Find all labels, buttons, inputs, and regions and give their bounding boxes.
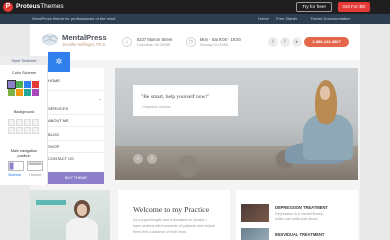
service-text: Depression is a mental illness, xyxy=(275,212,324,216)
gear-icon[interactable]: ✲ xyxy=(48,52,70,72)
nav-item-shop[interactable]: SHOP xyxy=(48,144,59,149)
service-text: which can strike just about... xyxy=(275,217,321,221)
clock-icon: ◷ xyxy=(186,37,196,47)
sidebar-layout-icon[interactable] xyxy=(8,161,24,171)
photo-banner xyxy=(36,200,66,205)
background-option[interactable] xyxy=(24,127,31,134)
brain-logo-icon[interactable] xyxy=(41,33,59,46)
nav-item-services[interactable]: SERVICES xyxy=(48,106,68,111)
color-swatch-blue[interactable] xyxy=(24,81,31,88)
chevron-down-icon[interactable]: ⌄ xyxy=(98,96,101,101)
color-scheme-label: Color Scheme xyxy=(11,71,37,75)
top-bar: P ProteusThemes Try for free! Get For $0… xyxy=(0,0,390,14)
nav-position-label-1: Main navigation xyxy=(10,149,38,153)
color-swatch-violet[interactable] xyxy=(32,89,39,96)
welcome-text-line: them find a balance of their lives. xyxy=(133,230,187,234)
woman-face xyxy=(320,86,330,100)
home-icon: ⌂ xyxy=(122,37,132,47)
site-tagline: Jennifer Willinger, Ph.D xyxy=(62,42,106,47)
welcome-card: Welcome to my Practice As a psychologist… xyxy=(118,190,230,240)
slider-quote: "Be smart, help yourself now!" xyxy=(141,94,210,100)
nav-item-blog[interactable]: BLOG xyxy=(48,132,59,137)
hours-line-2: Sunday CLOSED xyxy=(200,43,229,47)
info-link-docs[interactable]: Theme Documentation xyxy=(310,16,350,21)
services-sidebar: DEPRESSION TREATMENT Depression is a men… xyxy=(236,190,358,240)
site-name[interactable]: MentalPress xyxy=(62,33,107,42)
address-line-1: 6237 Marron Street xyxy=(137,37,173,42)
color-swatch-teal[interactable] xyxy=(24,89,31,96)
color-swatch-green[interactable] xyxy=(16,81,23,88)
individual-thumbnail[interactable] xyxy=(241,228,269,240)
brand-light: Themes xyxy=(40,3,64,10)
color-swatch-purple[interactable] xyxy=(7,80,16,89)
get-button[interactable]: Get For $0! xyxy=(338,2,370,12)
brand-bold: Proteus xyxy=(16,3,41,10)
position-header-option[interactable]: Header xyxy=(29,173,41,177)
nav-item-home[interactable]: HOME xyxy=(48,78,60,83)
background-option[interactable] xyxy=(8,119,15,126)
phone-cta-button[interactable]: 1-888-123-4567 xyxy=(304,37,349,47)
background-option[interactable] xyxy=(24,119,31,126)
info-tagline: WordPress theme for professionals of the… xyxy=(32,16,116,21)
welcome-text-line: As a psychologist and a therapist for pe… xyxy=(133,218,207,222)
info-link-home[interactable]: Home xyxy=(258,16,269,21)
quote-author: - Natasha Jacobs xyxy=(141,105,171,109)
color-swatch-red[interactable] xyxy=(32,81,39,88)
background-option[interactable] xyxy=(32,119,39,126)
position-sidebar-option[interactable]: Sidebar xyxy=(8,173,21,177)
proteus-logo-icon[interactable]: P xyxy=(3,2,13,12)
info-link-starter[interactable]: Free Starter xyxy=(276,16,297,21)
address-line-2: Columbia, VA 20305 xyxy=(137,43,171,47)
quote-box: "Be smart, help yourself now!" - Natasha… xyxy=(133,85,238,116)
hours-line-1: Mon - Sat 9:00 - 18:00 xyxy=(200,37,241,42)
brand-name[interactable]: ProteusThemes xyxy=(16,3,64,10)
try-free-button[interactable]: Try for free! xyxy=(296,2,332,12)
color-swatch-lime[interactable] xyxy=(8,89,15,96)
slider-next-arrow-icon[interactable]: › xyxy=(147,154,157,164)
site-header: MentalPress Jennifer Willinger, Ph.D ⌂ 6… xyxy=(30,24,360,60)
slider-prev-arrow-icon[interactable]: ‹ xyxy=(133,154,143,164)
style-switcher-header: Style Switcher xyxy=(0,56,48,65)
header-layout-icon[interactable] xyxy=(27,161,43,171)
depression-thumbnail[interactable] xyxy=(241,204,269,222)
background-option[interactable] xyxy=(16,119,23,126)
nav-position-label-2: position xyxy=(17,154,31,158)
photo-person-face xyxy=(77,204,87,216)
info-bar: WordPress theme for professionals of the… xyxy=(0,14,390,24)
welcome-photo xyxy=(30,190,110,240)
style-switcher-panel: Color Scheme Background Main navigation … xyxy=(0,65,48,185)
buy-theme-button[interactable]: BUY THEME xyxy=(48,172,104,184)
nav-item-contact[interactable]: CONTACT US xyxy=(48,156,74,161)
facebook-icon[interactable]: f xyxy=(280,37,290,47)
service-title[interactable]: DEPRESSION TREATMENT xyxy=(275,205,328,210)
color-swatch-orange[interactable] xyxy=(16,89,23,96)
twitter-icon[interactable]: t xyxy=(268,37,278,47)
service-title[interactable]: INDIVIDUAL TREATMENT xyxy=(275,232,324,237)
photo-person-body xyxy=(66,218,98,240)
background-option[interactable] xyxy=(32,127,39,134)
youtube-icon[interactable]: ▸ xyxy=(292,37,302,47)
welcome-title: Welcome to my Practice xyxy=(133,205,210,214)
background-option[interactable] xyxy=(8,127,15,134)
welcome-text-line: have worked with hundreds of patients an… xyxy=(133,224,216,228)
background-label: Background xyxy=(13,110,35,114)
background-option[interactable] xyxy=(16,127,23,134)
nav-item-about[interactable]: ABOUT ME xyxy=(48,118,69,123)
